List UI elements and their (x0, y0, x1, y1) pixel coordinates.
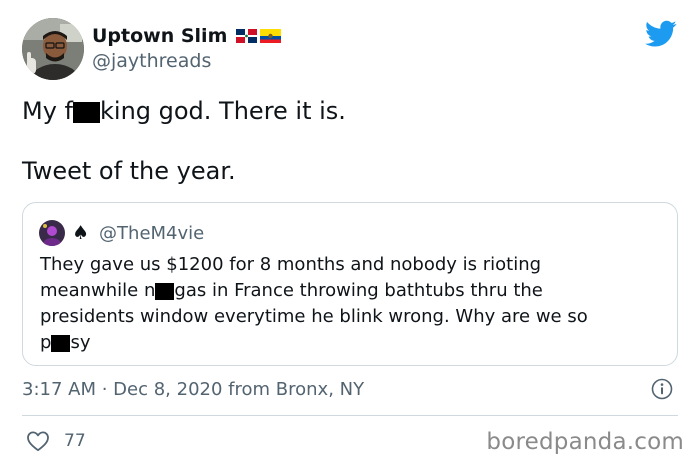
censor-bar (155, 282, 175, 300)
quoted-author-avatar[interactable] (39, 220, 65, 246)
tweet-meta: 3:17 AM · Dec 8, 2020 from Bronx, NY (22, 376, 364, 402)
like-count: 77 (64, 431, 86, 451)
tweet-line-2: Tweet of the year. (22, 157, 236, 185)
author-name-row: Uptown Slim (92, 24, 282, 48)
like-button[interactable]: 77 (26, 430, 86, 452)
tweet-line-1-end: king god. There it is. (100, 97, 346, 125)
spade-badge: ♠ (72, 221, 90, 244)
quoted-line-1: They gave us $1200 for 8 months and nobo… (40, 254, 542, 275)
quoted-author-handle[interactable]: @TheM4vie (99, 223, 204, 244)
quoted-line-4-start: p (40, 332, 52, 353)
quoted-tweet-header: ♠ @TheM4vie (39, 219, 204, 247)
author-flags (236, 29, 282, 43)
twitter-bird-icon[interactable] (645, 20, 677, 48)
quoted-line-4-end: sy (70, 332, 91, 353)
info-icon[interactable] (651, 378, 673, 400)
dominican-republic-flag-icon (236, 29, 258, 43)
tweet-time[interactable]: 3:17 AM (22, 379, 96, 400)
author-display-name[interactable]: Uptown Slim (92, 25, 227, 47)
ecuador-flag-icon (260, 29, 282, 43)
quoted-line-2-end: gas in France throwing bathtubs thru the (174, 280, 543, 301)
censor-bar (51, 334, 71, 352)
divider (22, 415, 678, 416)
tweet-line-1-start: My f (22, 97, 73, 125)
heart-icon (27, 431, 49, 452)
tweet-line-1: My f king god. There it is. (22, 95, 672, 128)
quoted-line-2: meanwhile n gas in France throwing bathtu… (40, 278, 670, 304)
profile-photo-icon (39, 220, 65, 246)
author-handle[interactable]: @jaythreads (92, 50, 211, 72)
quoted-tweet-card[interactable]: ♠ @TheM4vie They gave us $1200 for 8 mon… (22, 202, 678, 366)
tweet-date-location[interactable]: Dec 8, 2020 from Bronx, NY (113, 379, 364, 400)
author-avatar[interactable] (22, 18, 84, 80)
quoted-line-4: p sy (40, 330, 670, 356)
watermark: boredpanda.com (486, 429, 684, 455)
quoted-line-3: presidents window everytime he blink wro… (40, 306, 588, 327)
quoted-line-2-start: meanwhile n (40, 280, 156, 301)
meta-separator: · (96, 378, 114, 400)
profile-photo-icon (22, 18, 84, 80)
tweet-text: My f king god. There it is. Tweet of the … (22, 95, 672, 188)
censor-bar (73, 101, 100, 123)
quoted-tweet-text: They gave us $1200 for 8 months and nobo… (40, 252, 670, 356)
